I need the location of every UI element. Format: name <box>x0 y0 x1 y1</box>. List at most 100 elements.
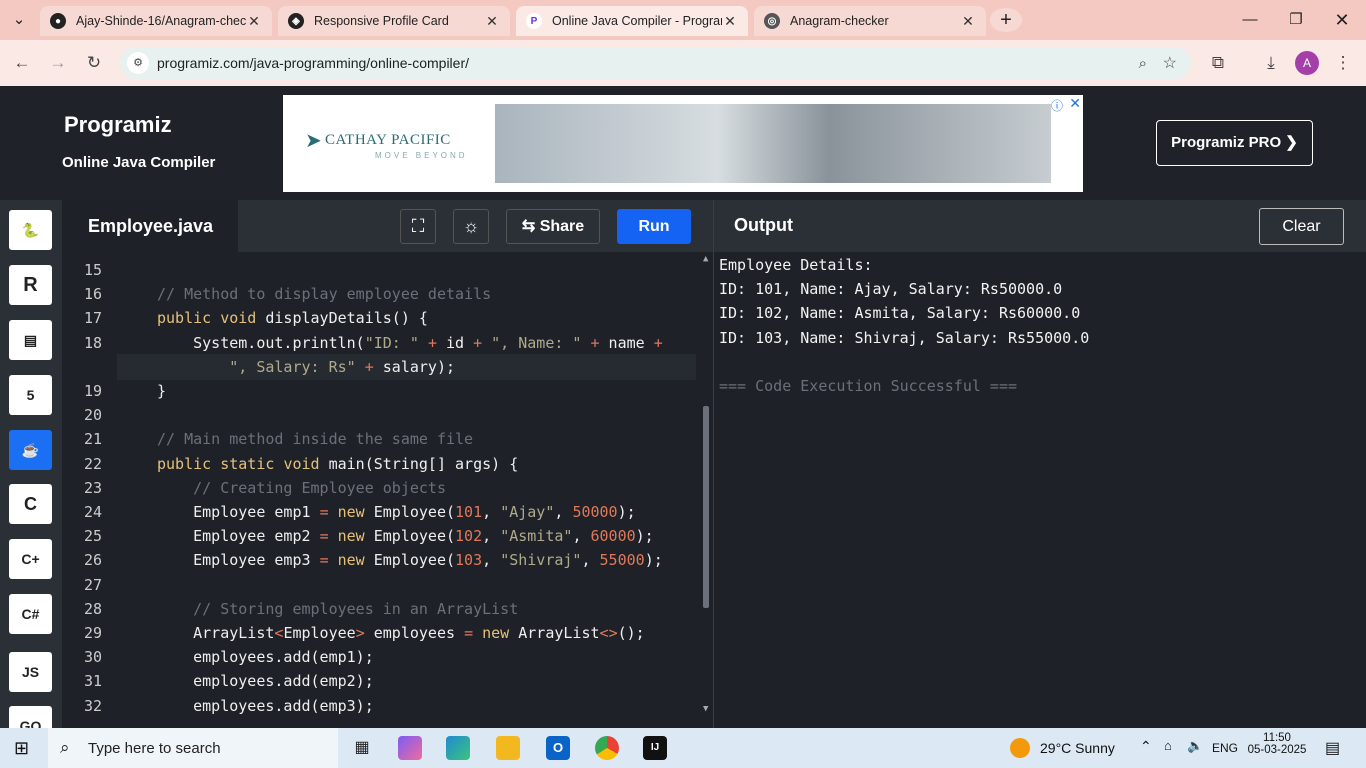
restore-button[interactable]: ❐ <box>1276 8 1316 32</box>
search-icon: ⌕ <box>60 738 70 757</box>
python-icon[interactable]: 🐍 <box>9 210 52 250</box>
tab-github[interactable]: ● Ajay-Shinde-16/Anagram-checker ✕ <box>40 6 272 36</box>
programiz-pro-button[interactable]: Programiz PRO ❯ <box>1156 120 1313 166</box>
windows-taskbar: ⊞ ⌕ Type here to search ▦ O IJ 29°C Sunn… <box>0 728 1366 768</box>
search-placeholder: Type here to search <box>88 739 221 757</box>
extensions-icon[interactable]: ⧉ <box>1205 50 1231 76</box>
forward-icon[interactable]: → <box>45 50 71 76</box>
url-text[interactable]: programiz.com/java-programming/online-co… <box>157 55 469 71</box>
edge-icon[interactable] <box>446 736 470 760</box>
ad-close-icon[interactable]: ✕ <box>1069 95 1081 112</box>
copilot-icon[interactable] <box>398 736 422 760</box>
close-tab-icon[interactable]: ✕ <box>960 13 976 30</box>
output-line: Employee Details: <box>719 256 873 274</box>
code-line: Employee emp1 = new Employee(101, "Ajay"… <box>157 503 636 521</box>
sql-database-icon[interactable]: ▤ <box>9 320 52 360</box>
ad-tagline: MOVE BEYOND <box>375 151 468 160</box>
line-number: 16 <box>83 285 102 304</box>
clock-date: 05-03-2025 <box>1247 744 1307 756</box>
c-icon[interactable]: C <box>9 484 52 524</box>
language-sidebar: 🐍 R ▤ 5 ☕ C C+ C# JS GO <box>0 200 62 746</box>
language-indicator[interactable]: ENG <box>1212 741 1238 755</box>
close-tab-icon[interactable]: ✕ <box>484 13 500 30</box>
share-button[interactable]: ⇆ Share <box>506 209 600 244</box>
theme-toggle-icon[interactable]: ☼ <box>453 209 489 244</box>
taskbar-search[interactable]: ⌕ Type here to search <box>48 728 338 768</box>
chrome-icon[interactable] <box>595 736 619 760</box>
code-line: ArrayList<Employee> employees = new Arra… <box>157 624 645 642</box>
scroll-down-icon[interactable]: ▼ <box>703 704 708 714</box>
notifications-icon[interactable]: ▤ <box>1325 738 1340 758</box>
output-panel: Employee Details: ID: 101, Name: Ajay, S… <box>713 252 1366 728</box>
csharp-icon[interactable]: C# <box>9 594 52 634</box>
task-view-icon[interactable]: ▦ <box>350 736 374 760</box>
code-line: Employee emp3 = new Employee(103, "Shivr… <box>157 551 663 570</box>
outlook-icon[interactable]: O <box>546 736 570 760</box>
line-number: 15 <box>83 261 102 279</box>
line-number: 27 <box>83 575 102 594</box>
tab-programiz[interactable]: P Online Java Compiler - Programiz ✕ <box>516 6 748 36</box>
ad-info-icon[interactable]: ⓘ <box>1051 97 1063 114</box>
file-tab[interactable]: Employee.java <box>62 200 238 252</box>
line-number: 30 <box>83 648 102 667</box>
output-title: Output <box>734 215 793 235</box>
line-number: 28 <box>83 599 102 618</box>
ad-brand: CATHAY PACIFIC <box>325 132 451 148</box>
volume-icon[interactable]: 🔈 <box>1187 738 1203 754</box>
back-icon[interactable]: ← <box>9 50 35 76</box>
tab-search-button[interactable]: ⌄ <box>0 8 38 32</box>
zoom-icon[interactable]: ⌕ <box>1139 55 1147 72</box>
windows-start-icon[interactable]: ⊞ <box>14 738 29 759</box>
code-line: public static void main(String[] args) { <box>157 454 519 473</box>
tab-anagram[interactable]: ◎ Anagram-checker ✕ <box>754 6 986 36</box>
line-number: 25 <box>83 527 102 546</box>
clock[interactable]: 11:50 05-03-2025 <box>1247 732 1307 756</box>
close-tab-icon[interactable]: ✕ <box>722 13 738 30</box>
line-number: 18 <box>83 333 102 352</box>
cpp-icon[interactable]: C+ <box>9 539 52 579</box>
r-icon[interactable]: R <box>9 265 52 305</box>
editor-scrollbar[interactable] <box>703 406 709 608</box>
menu-icon[interactable]: ⋮ <box>1330 50 1356 76</box>
line-number: 21 <box>83 430 102 449</box>
page-subtitle: Online Java Compiler <box>62 154 216 171</box>
code-line: System.out.println("ID: " + id + ", Name… <box>157 333 663 352</box>
run-button[interactable]: Run <box>617 209 691 244</box>
site-header: Programiz Online Java Compiler ➤ CATHAY … <box>0 86 1366 200</box>
output-toolbar: Output Clear <box>713 200 1366 252</box>
weather-text[interactable]: 29°C Sunny <box>1040 740 1115 756</box>
code-line: public void displayDetails() { <box>157 309 428 328</box>
clear-button[interactable]: Clear <box>1259 208 1344 245</box>
site-info-icon[interactable]: ⚙ <box>127 52 149 74</box>
profile-avatar[interactable]: A <box>1295 51 1319 75</box>
intellij-icon[interactable]: IJ <box>643 736 667 760</box>
close-window-button[interactable]: ✕ <box>1322 8 1362 32</box>
programiz-icon: P <box>526 13 542 29</box>
network-icon[interactable]: ⌂ <box>1164 738 1172 753</box>
programiz-logo[interactable]: Programiz <box>64 112 172 138</box>
bookmark-star-icon[interactable]: ☆ <box>1163 53 1177 73</box>
code-editor[interactable]: 15 16 // Method to display employee detail… <box>62 252 713 728</box>
output-line: ID: 102, Name: Asmita, Salary: Rs60000.0 <box>719 304 1081 322</box>
javascript-icon[interactable]: JS <box>9 652 52 692</box>
code-line: employees.add(emp3); <box>157 696 374 715</box>
new-tab-button[interactable]: + <box>990 8 1022 32</box>
advertisement-banner[interactable]: ➤ CATHAY PACIFIC MOVE BEYOND ⓘ ✕ <box>283 95 1083 192</box>
html5-icon[interactable]: 5 <box>9 375 52 415</box>
line-number: 24 <box>83 503 102 521</box>
java-icon[interactable]: ☕ <box>9 430 52 470</box>
fullscreen-icon[interactable]: ⛶ <box>400 209 436 244</box>
scroll-up-icon[interactable]: ▲ <box>703 254 708 264</box>
close-tab-icon[interactable]: ✕ <box>246 13 262 30</box>
ad-photo <box>495 104 1051 183</box>
reload-icon[interactable]: ↻ <box>81 50 107 76</box>
address-bar[interactable]: ⚙ programiz.com/java-programming/online-… <box>120 47 1191 79</box>
output-line: ID: 103, Name: Shivraj, Salary: Rs55000.… <box>719 329 1090 347</box>
tab-codepen[interactable]: ◈ Responsive Profile Card ✕ <box>278 6 510 36</box>
download-icon[interactable]: ⤓ <box>1258 50 1284 76</box>
show-hidden-icons-icon[interactable]: ⌃ <box>1140 738 1152 755</box>
file-explorer-icon[interactable] <box>496 736 520 760</box>
minimize-button[interactable]: — <box>1230 8 1270 32</box>
globe-icon: ◎ <box>764 13 780 29</box>
line-number: 29 <box>83 624 102 642</box>
